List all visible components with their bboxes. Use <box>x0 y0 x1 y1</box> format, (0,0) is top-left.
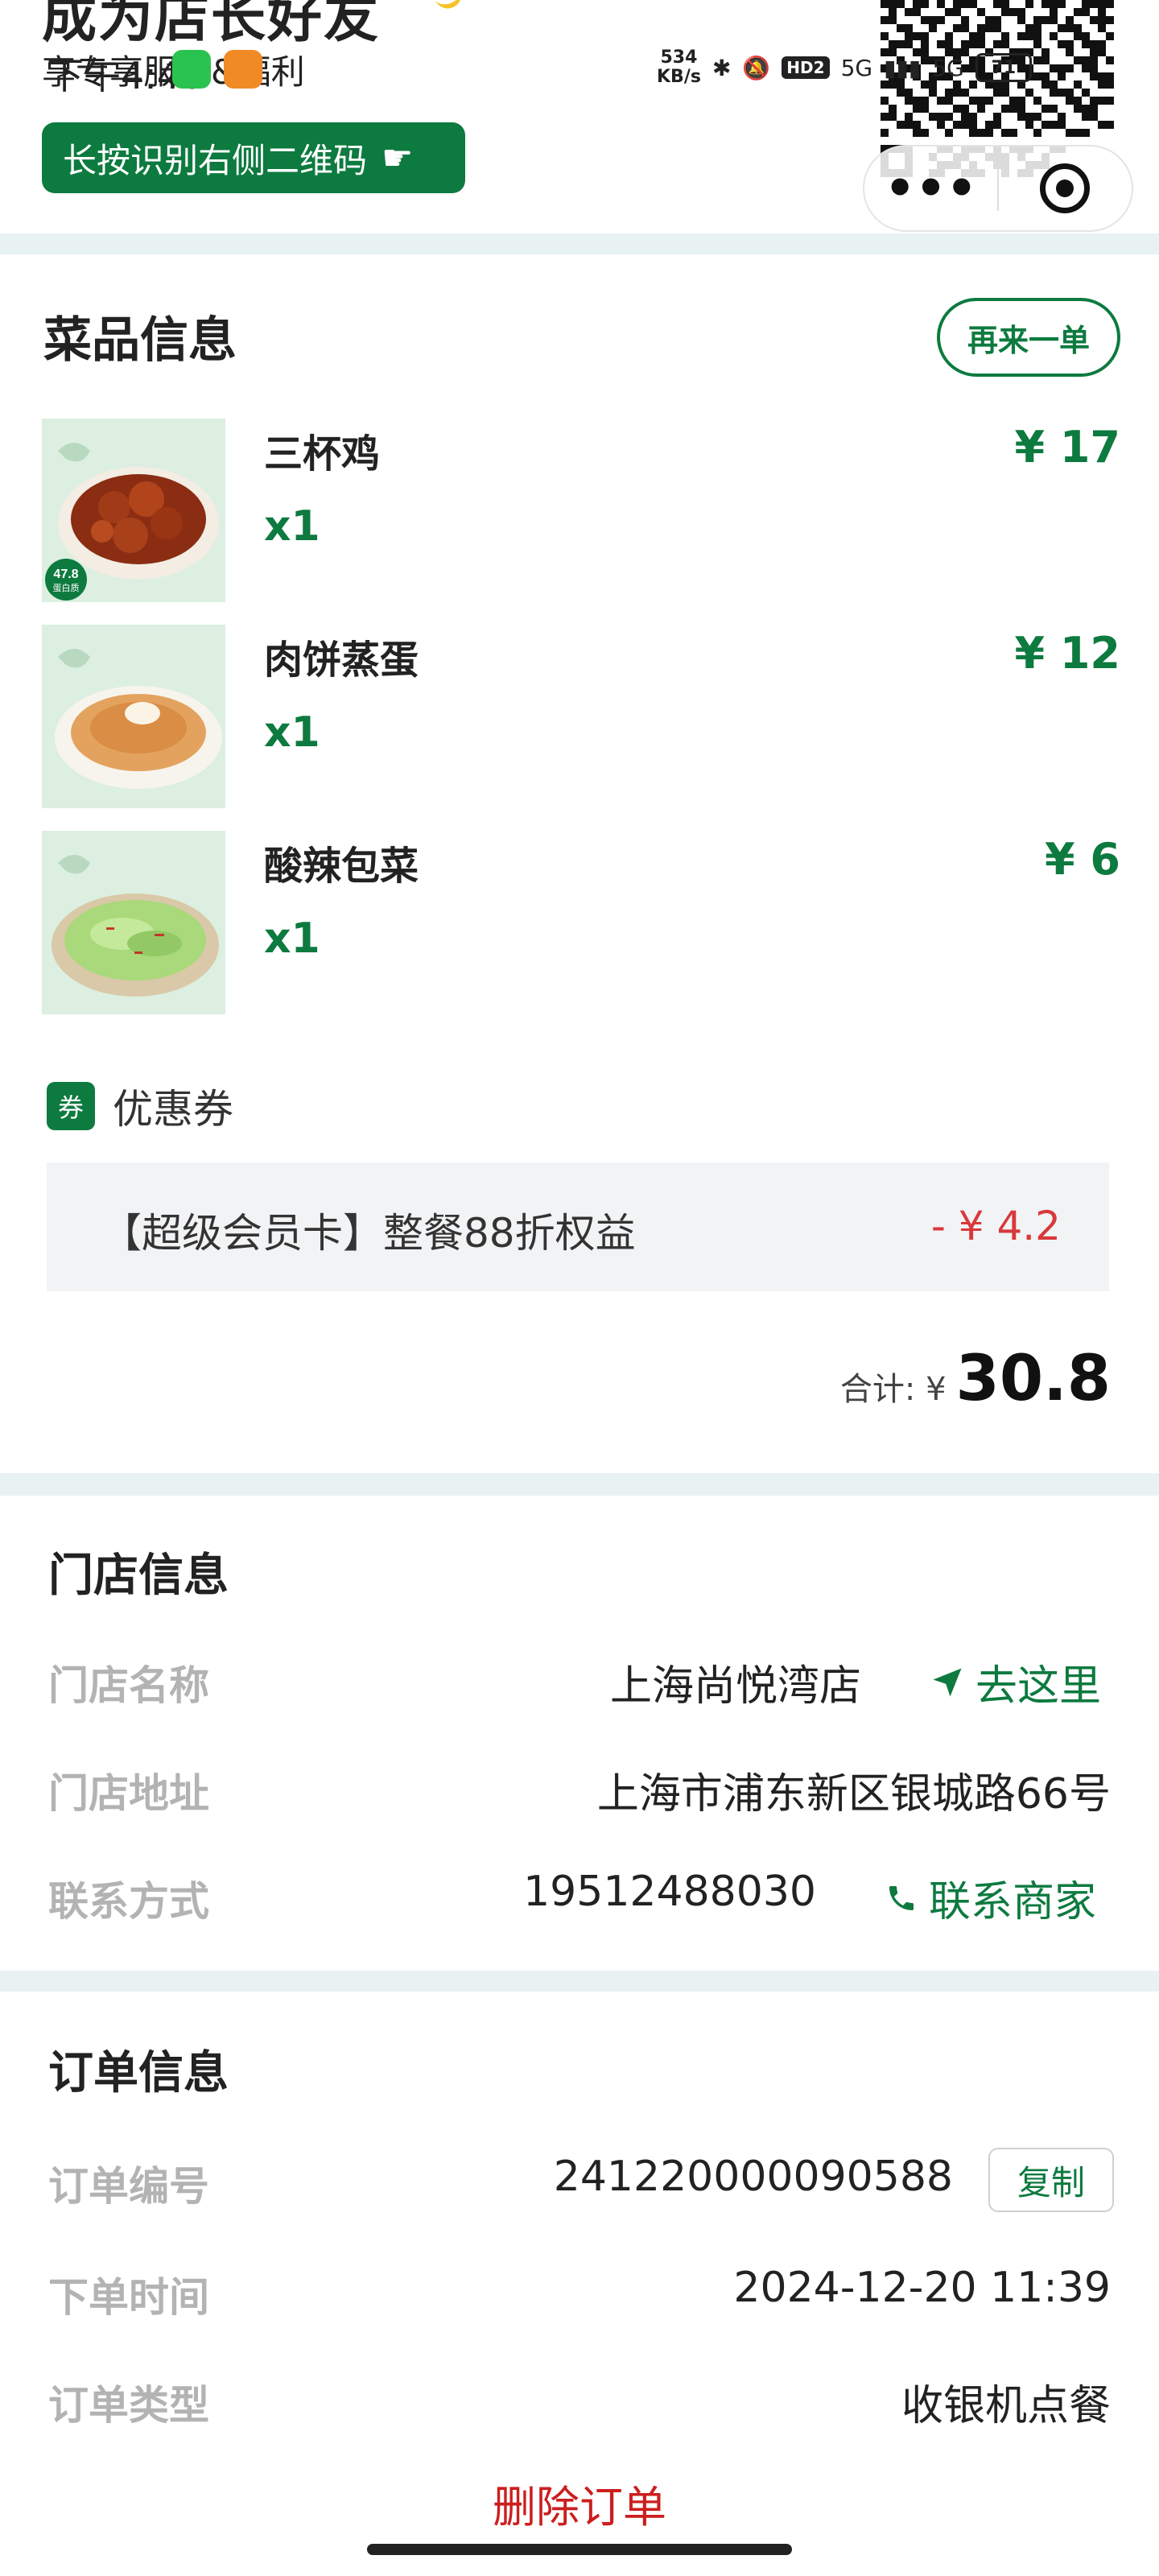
home-indicator[interactable] <box>367 2544 792 2555</box>
order-number: 241220000090588 <box>553 2153 953 2201</box>
copy-order-number-button[interactable]: 复制 <box>988 2148 1114 2212</box>
coupon-name: 【超级会员卡】整餐88折权益 <box>101 1210 636 1257</box>
status-bar: 下午4:40 534 KB/s ✱ 🔕 HD2 5G ▮▮▮ 5G 71 <box>0 47 1159 97</box>
dish-price: ¥ 6 <box>1045 834 1120 885</box>
dish-quantity: x1 <box>264 502 320 551</box>
navigate-label: 去这里 <box>975 1662 1102 1711</box>
hd-badge: HD2 <box>782 56 830 79</box>
dish-image: 47.8 蛋白质 <box>42 419 225 602</box>
scan-qr-cta: 长按识别右侧二维码 ☛ <box>42 122 465 193</box>
order-time: 2024-12-20 11:39 <box>733 2264 1111 2312</box>
dish-price: ¥ 17 <box>1014 422 1120 473</box>
order-time-label: 下单时间 <box>48 2274 209 2321</box>
notification-app-icon <box>224 50 262 89</box>
dish-quantity: x1 <box>264 708 320 757</box>
dishes-title: 菜品信息 <box>43 312 237 369</box>
reorder-button[interactable]: 再来一单 <box>937 298 1120 377</box>
total-value: 30.8 <box>955 1343 1111 1415</box>
store-name-label: 门店名称 <box>48 1662 209 1709</box>
wechat-icon <box>172 50 211 89</box>
delete-order-button[interactable]: 删除订单 <box>0 2471 1159 2535</box>
navigation-arrow-icon <box>933 1668 962 1696</box>
dish-price: ¥ 12 <box>1014 628 1120 679</box>
bluetooth-icon: ✱ <box>711 54 732 81</box>
pointing-hand-icon: ☛ <box>382 137 414 179</box>
dish-name: 肉饼蒸蛋 <box>264 638 419 683</box>
store-name: 上海尚悦湾店 <box>609 1662 861 1711</box>
phone-icon <box>889 1885 914 1910</box>
close-miniprogram-button[interactable] <box>999 163 1132 213</box>
dish-quantity: x1 <box>264 914 320 963</box>
banner-title-accent <box>434 0 466 13</box>
battery-level: 71 <box>991 57 1017 78</box>
section-divider <box>0 1473 1159 1496</box>
network-speed: 534 KB/s <box>657 47 701 87</box>
order-type: 收银机点餐 <box>901 2382 1111 2430</box>
dish-name: 三杯鸡 <box>264 431 381 477</box>
dish-item: 肉饼蒸蛋 x1 ¥ 12 <box>42 625 1120 808</box>
section-divider <box>0 1971 1159 1992</box>
more-menu-button[interactable]: ••• <box>864 164 997 213</box>
protein-badge-label: 蛋白质 <box>53 582 80 593</box>
dish-image <box>42 831 225 1014</box>
coupon-label: 优惠券 <box>113 1086 233 1133</box>
dish-name: 酸辣包菜 <box>264 844 419 889</box>
coupon-icon: 券 <box>47 1082 95 1130</box>
section-divider <box>0 233 1159 254</box>
coupon-item: 【超级会员卡】整餐88折权益 - ¥ 4.2 <box>47 1162 1109 1291</box>
total-label: 合计: ¥ <box>839 1371 947 1408</box>
signal-5g-label: 5G <box>840 54 873 81</box>
contact-merchant-label: 联系商家 <box>929 1878 1097 1926</box>
dish-image <box>42 625 225 808</box>
contact-label: 联系方式 <box>48 1878 209 1925</box>
coupon-header: 券 优惠券 <box>47 1077 233 1135</box>
order-type-label: 订单类型 <box>48 2382 209 2429</box>
target-icon <box>1040 163 1091 213</box>
store-address-label: 门店地址 <box>48 1770 209 1817</box>
order-total: 合计: ¥ 30.8 <box>840 1343 1111 1415</box>
store-info-title: 门店信息 <box>48 1550 229 1602</box>
order-number-label: 订单编号 <box>48 2163 209 2210</box>
cta-label: 长按识别右侧二维码 <box>63 140 368 180</box>
mute-icon: 🔕 <box>742 54 771 81</box>
store-address: 上海市浦东新区银城路66号 <box>596 1770 1111 1818</box>
dish-item: 47.8 蛋白质 三杯鸡 x1 ¥ 17 <box>42 419 1120 602</box>
order-info-title: 订单信息 <box>48 2047 229 2099</box>
signal-icon: ▮▮▮ <box>884 54 922 81</box>
protein-badge-value: 47.8 <box>53 568 78 581</box>
status-icons: 534 KB/s ✱ 🔕 HD2 5G ▮▮▮ 5G 71 <box>657 48 1032 87</box>
battery-icon: 71 <box>975 53 1032 82</box>
store-phone: 19512488030 <box>523 1868 816 1916</box>
coupon-discount: - ¥ 4.2 <box>930 1203 1061 1249</box>
dish-item: 酸辣包菜 x1 ¥ 6 <box>42 831 1120 1014</box>
contact-merchant-link[interactable]: 联系商家 <box>885 1868 1096 1928</box>
signal-5g-label-2: 5G <box>932 54 964 81</box>
miniprogram-capsule: ••• <box>863 145 1133 232</box>
navigate-link[interactable]: 去这里 <box>930 1652 1101 1712</box>
